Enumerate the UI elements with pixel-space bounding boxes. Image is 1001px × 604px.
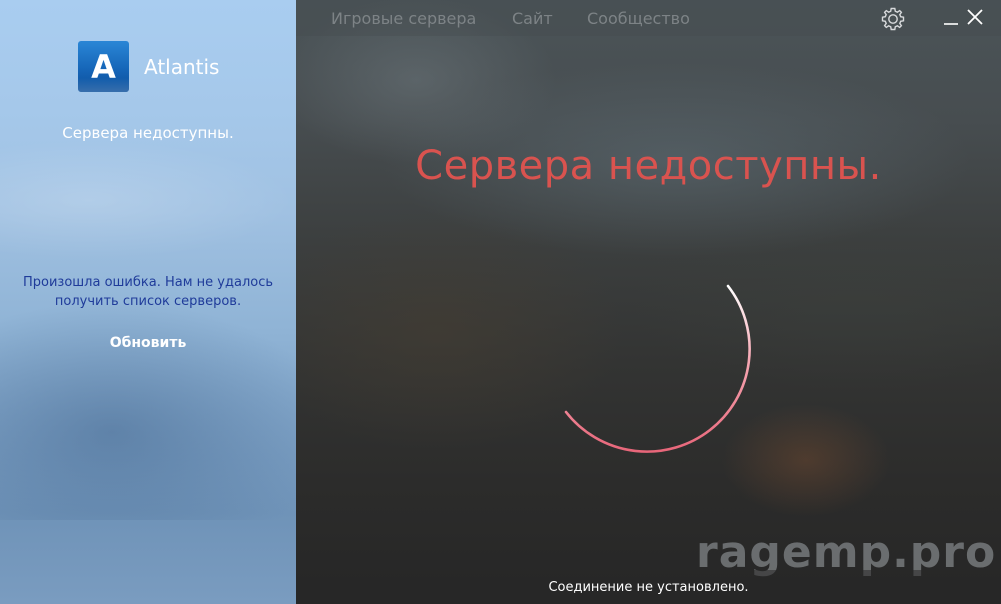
connection-status: Соединение не установлено. — [548, 579, 749, 595]
refresh-button[interactable]: Обновить — [98, 332, 198, 354]
nav-site[interactable]: Сайт — [512, 9, 553, 28]
atlantis-logo-icon: A — [78, 41, 129, 92]
minimize-icon[interactable] — [942, 8, 960, 26]
status-bar: Соединение не установлено. — [296, 570, 1001, 604]
headline: Сервера недоступны. — [415, 143, 882, 189]
logo-letter: A — [91, 47, 116, 86]
loading-spinner-icon — [556, 280, 756, 480]
top-bar: Игровые сервера Сайт Сообщество — [296, 0, 1001, 36]
brand: A Atlantis — [78, 41, 219, 92]
sidebar: A Atlantis Сервера недоступны. Произошла… — [0, 0, 296, 604]
sidebar-status: Сервера недоступны. — [62, 124, 234, 142]
nav-community[interactable]: Сообщество — [587, 9, 690, 28]
gear-icon[interactable] — [880, 6, 906, 32]
close-icon[interactable] — [966, 8, 984, 26]
nav-game-servers[interactable]: Игровые сервера — [331, 9, 476, 28]
main-area: Игровые сервера Сайт Сообщество Сервера … — [296, 0, 1001, 604]
app-name: Atlantis — [144, 54, 220, 79]
error-message: Произошла ошибка. Нам не удалось получит… — [22, 275, 274, 309]
